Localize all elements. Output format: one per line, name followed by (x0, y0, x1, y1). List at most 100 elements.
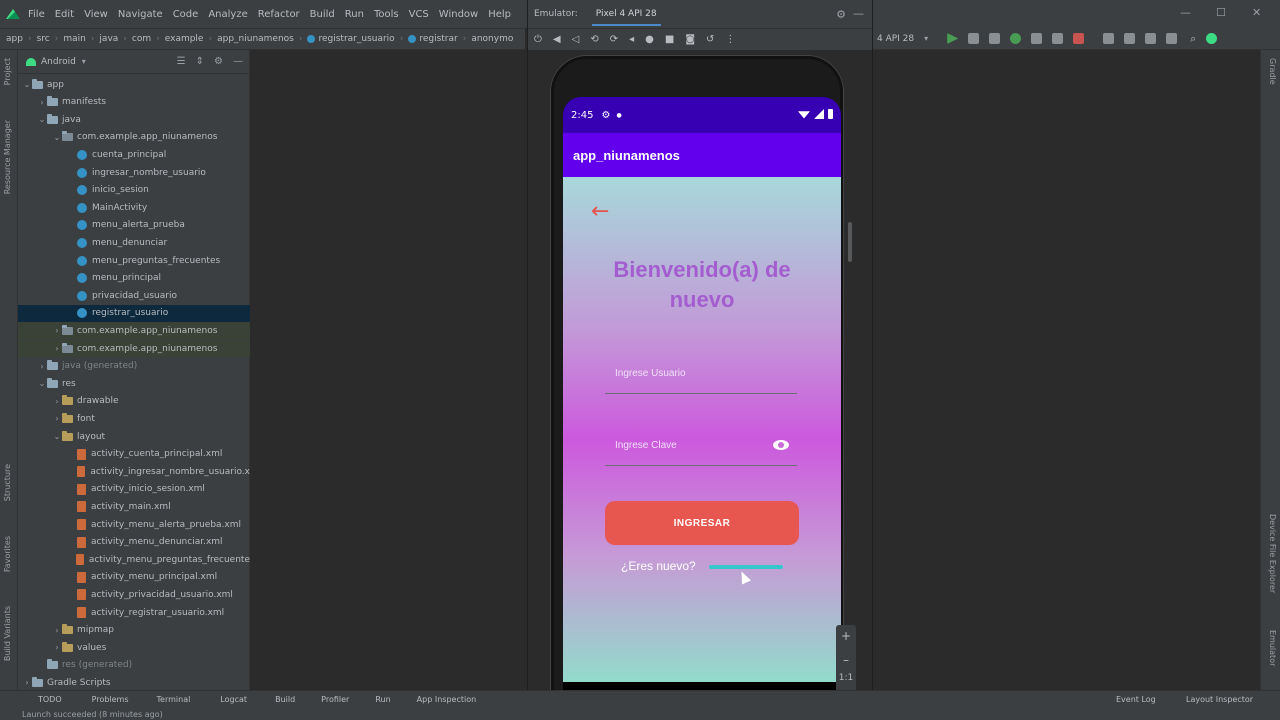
tree-item[interactable]: ⌄ app (18, 76, 250, 93)
snapshot-icon[interactable]: ↺ (706, 34, 714, 45)
tree-item[interactable]: ⌄ java (18, 111, 250, 128)
tree-item[interactable]: inicio_sesion (18, 182, 250, 199)
screenshot-icon[interactable]: ◙ (685, 34, 695, 45)
tree-item[interactable]: activity_cuenta_principal.xml (18, 446, 250, 463)
menu-item-edit[interactable]: Edit (55, 9, 74, 20)
home-icon[interactable]: ● (645, 34, 654, 45)
overview-icon[interactable]: ■ (665, 34, 674, 45)
minimize-window-icon[interactable]: — (1180, 6, 1191, 19)
emulator-tool-tab[interactable]: Emulator (1268, 630, 1277, 666)
breadcrumb-item[interactable]: registrar_usuario (318, 34, 394, 44)
search-icon[interactable]: ⌕ (1190, 32, 1196, 46)
attach-debugger-icon[interactable] (1052, 33, 1064, 44)
register-link[interactable] (709, 565, 783, 569)
build-variants-tool-tab[interactable]: Build Variants (3, 606, 12, 661)
tree-item[interactable]: activity_privacidad_usuario.xml (18, 586, 250, 603)
ide-plugin-icon[interactable] (1206, 33, 1218, 44)
device-file-explorer-tool-tab[interactable]: Device File Explorer (1268, 514, 1277, 593)
layout-inspector-tool-tab[interactable]: Layout Inspector (1186, 695, 1253, 704)
fit-screen-icon[interactable]: 1:1 (836, 673, 856, 683)
device-tab[interactable]: Pixel 4 API 28 (591, 3, 661, 26)
power-icon[interactable]: ⏻ (534, 34, 542, 45)
tree-item[interactable]: › drawable (18, 393, 250, 410)
chevron-down-icon[interactable]: ▾ (82, 57, 86, 66)
tree-item[interactable]: registrar_usuario (18, 304, 250, 322)
expand-all-icon[interactable]: ⇕ (196, 56, 204, 67)
chevron-right-icon[interactable]: › (52, 414, 62, 423)
run-icon[interactable] (947, 33, 959, 44)
build-tool-tab[interactable]: Build (275, 695, 295, 704)
terminal-tool-tab[interactable]: Terminal (157, 695, 191, 704)
username-input[interactable] (605, 354, 797, 393)
hide-panel-icon[interactable]: — (233, 56, 243, 67)
chevron-right-icon[interactable]: › (52, 626, 62, 635)
breadcrumb-item[interactable]: app (6, 34, 23, 44)
more-icon[interactable]: ⋮ (725, 34, 735, 45)
tree-item[interactable]: menu_alerta_prueba (18, 217, 250, 234)
project-tool-tab[interactable]: Project (3, 58, 12, 85)
problems-tool-tab[interactable]: Problems (92, 695, 129, 704)
menu-item-vcs[interactable]: VCS (409, 9, 429, 20)
run-tool-tab[interactable]: Run (375, 695, 390, 704)
apply-changes-icon[interactable] (968, 33, 980, 44)
zoom-in-icon[interactable]: + (836, 629, 856, 643)
tree-item[interactable]: activity_menu_denunciar.xml (18, 534, 250, 551)
chevron-down-icon[interactable]: ⌄ (52, 432, 62, 441)
sdk-manager-icon[interactable] (1145, 33, 1157, 44)
maximize-window-icon[interactable]: ☐ (1216, 6, 1226, 19)
rotate-right-icon[interactable]: ⟳ (610, 34, 618, 45)
back-icon[interactable]: ◂ (629, 34, 634, 45)
tree-item[interactable]: ingresar_nombre_usuario (18, 164, 250, 181)
breadcrumb-item[interactable]: example (165, 34, 204, 44)
tree-item[interactable]: activity_inicio_sesion.xml (18, 481, 250, 498)
logcat-tool-tab[interactable]: Logcat (220, 695, 247, 704)
chevron-down-icon[interactable]: ⌄ (37, 379, 47, 388)
avd-manager-icon[interactable] (1124, 33, 1136, 44)
chevron-right-icon[interactable]: › (52, 397, 62, 406)
tree-item[interactable]: › manifests (18, 94, 250, 111)
chevron-down-icon[interactable]: ⌄ (52, 133, 62, 142)
favorites-tool-tab[interactable]: Favorites (3, 536, 12, 572)
menu-item-help[interactable]: Help (488, 9, 511, 20)
close-window-icon[interactable]: ✕ (1252, 6, 1261, 19)
gear-icon[interactable]: ⚙ (214, 56, 223, 67)
breadcrumb-item[interactable]: java (99, 34, 118, 44)
tree-item[interactable]: › com.example.app_niunamenos (18, 322, 250, 340)
tree-item[interactable]: › values (18, 639, 250, 656)
tree-item[interactable]: › com.example.app_niunamenos (18, 340, 250, 357)
tree-item[interactable]: activity_menu_alerta_prueba.xml (18, 516, 250, 533)
profile-icon[interactable] (1031, 33, 1043, 44)
rotate-left-icon[interactable]: ⟲ (590, 34, 598, 45)
breadcrumb-item[interactable]: anonymo (471, 34, 513, 44)
breadcrumb-item[interactable]: src (37, 34, 50, 44)
chevron-right-icon[interactable]: › (37, 98, 47, 107)
tree-item[interactable]: privacidad_usuario (18, 287, 250, 304)
tree-item[interactable]: res (generated) (18, 657, 250, 674)
hide-panel-icon[interactable]: — (853, 7, 864, 20)
back-arrow-icon[interactable]: ← (591, 201, 609, 223)
menu-item-view[interactable]: View (84, 9, 108, 20)
stop-icon[interactable] (1073, 33, 1085, 44)
gradle-tool-tab[interactable]: Gradle (1268, 58, 1277, 85)
eye-icon[interactable] (773, 440, 789, 450)
chevron-right-icon[interactable]: › (22, 678, 32, 687)
debug-icon[interactable] (1010, 33, 1022, 44)
resource-manager-tool-tab[interactable]: Resource Manager (3, 120, 12, 194)
volume-up-icon[interactable]: ◀ (553, 34, 561, 45)
device-selector[interactable]: 4 API 28 (877, 34, 914, 44)
breadcrumb-item[interactable]: main (63, 34, 86, 44)
password-input[interactable] (605, 426, 797, 465)
tree-item[interactable]: menu_denunciar (18, 234, 250, 251)
app-inspection-tool-tab[interactable]: App Inspection (417, 695, 477, 704)
tree-item[interactable]: menu_principal (18, 270, 250, 287)
tree-item[interactable]: › font (18, 410, 250, 427)
menu-item-run[interactable]: Run (345, 9, 364, 20)
sync-gradle-icon[interactable] (1103, 33, 1115, 44)
tree-item[interactable]: activity_ingresar_nombre_usuario.x (18, 463, 250, 480)
tree-item[interactable]: ⌄ layout (18, 428, 250, 445)
menu-item-analyze[interactable]: Analyze (208, 9, 247, 20)
menu-item-navigate[interactable]: Navigate (118, 9, 163, 20)
profiler-tool-tab[interactable]: Profiler (321, 695, 349, 704)
tree-item[interactable]: cuenta_principal (18, 146, 250, 163)
chevron-right-icon[interactable]: › (52, 344, 62, 353)
